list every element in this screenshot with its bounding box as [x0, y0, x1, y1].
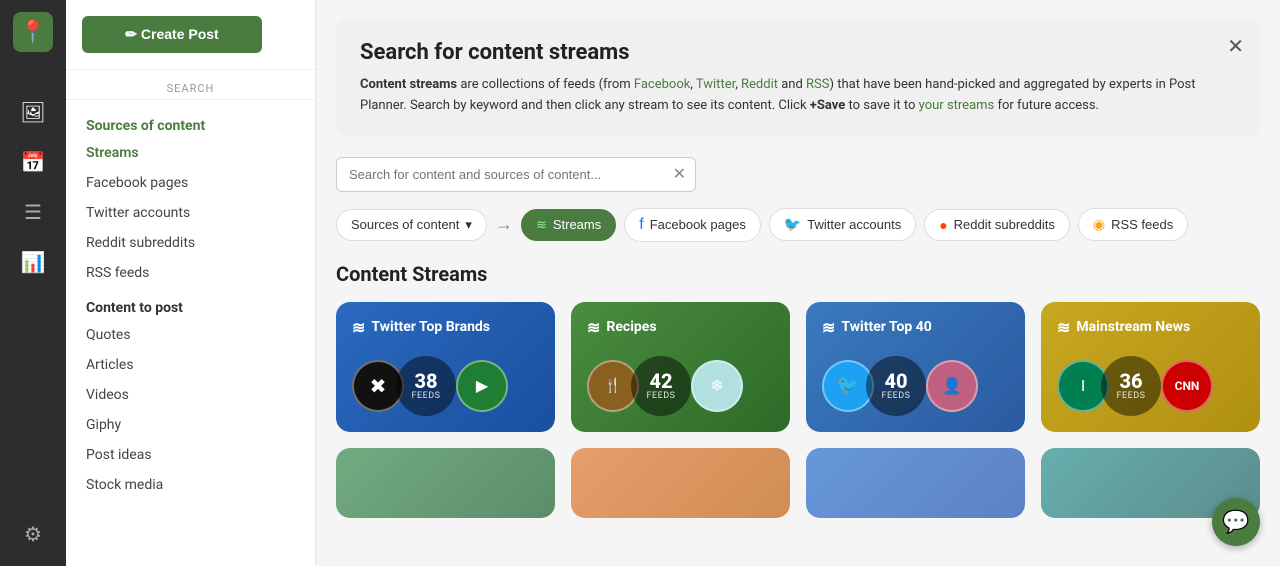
- stream-card-mainstream-news[interactable]: ≋ Mainstream News I 36 FEEDS CNN: [1041, 302, 1260, 432]
- reddit-filter-icon: ●: [939, 217, 947, 233]
- sidebar-item-giphy[interactable]: Giphy: [66, 410, 315, 440]
- feeds-badge-4: 36 FEEDS: [1101, 356, 1161, 416]
- calendar-nav-icon[interactable]: 📅: [13, 142, 53, 182]
- sources-of-content-filter[interactable]: Sources of content ▾: [336, 209, 487, 241]
- sources-of-content-label: Sources of content: [351, 217, 459, 232]
- sidebar-item-videos[interactable]: Videos: [66, 380, 315, 410]
- sidebar-item-stock-media[interactable]: Stock media: [66, 470, 315, 500]
- rss-filter-label: RSS feeds: [1111, 217, 1173, 232]
- filter-tab-twitter-accounts[interactable]: 🐦 Twitter accounts: [769, 208, 916, 241]
- sidebar-item-quotes[interactable]: Quotes: [66, 320, 315, 350]
- stream-card-recipes[interactable]: ≋ Recipes 🍴 42 FEEDS ❄: [571, 302, 790, 432]
- stream-card-twitter-top-brands[interactable]: ≋ Twitter Top Brands ✖ 38 FEEDS ▶: [336, 302, 555, 432]
- modal-title: Search for content streams: [360, 40, 1236, 65]
- chat-bubble[interactable]: 💬: [1212, 498, 1260, 546]
- twitter-link[interactable]: Twitter: [696, 77, 735, 92]
- card-avatars-twitter-top-40: 🐦 40 FEEDS 👤: [822, 356, 1009, 416]
- icon-bar: 📍 🖼 📅 ☰ 📊 ⚙: [0, 0, 66, 566]
- reddit-filter-label: Reddit subreddits: [954, 217, 1055, 232]
- filter-tab-facebook-pages[interactable]: f Facebook pages: [624, 208, 761, 242]
- sidebar-item-post-ideas[interactable]: Post ideas: [66, 440, 315, 470]
- card-title-recipes: ≋ Recipes: [587, 318, 774, 337]
- twitter-filter-icon: 🐦: [784, 216, 801, 233]
- twitter-filter-label: Twitter accounts: [807, 217, 901, 232]
- feeds-badge-3: 40 FEEDS: [866, 356, 926, 416]
- image-nav-icon[interactable]: 🖼: [13, 92, 53, 132]
- filter-tab-streams[interactable]: ≋ Streams: [521, 209, 616, 241]
- avatar-twitter40-2: 👤: [926, 360, 978, 412]
- sidebar-item-facebook-pages[interactable]: Facebook pages: [66, 168, 315, 198]
- sidebar-item-rss-feeds[interactable]: RSS feeds: [66, 258, 315, 288]
- sources-of-content-section-title: Sources of content: [66, 108, 315, 138]
- your-streams-link[interactable]: your streams: [919, 98, 995, 113]
- stream-card-row2-3[interactable]: [806, 448, 1025, 518]
- stream-card-twitter-top-40[interactable]: ≋ Twitter Top 40 🐦 40 FEEDS 👤: [806, 302, 1025, 432]
- stream-card-row2-2[interactable]: [571, 448, 790, 518]
- chart-nav-icon[interactable]: 📊: [13, 242, 53, 282]
- streams-filter-label: Streams: [553, 217, 601, 232]
- search-input[interactable]: [336, 157, 696, 192]
- brand-logo[interactable]: 📍: [13, 12, 53, 52]
- facebook-link[interactable]: Facebook: [634, 77, 690, 92]
- close-button[interactable]: ✕: [1227, 34, 1244, 59]
- search-label: SEARCH: [66, 69, 315, 100]
- rss-link[interactable]: RSS: [806, 77, 829, 92]
- streams-card-icon-2: ≋: [587, 318, 600, 337]
- streams-filter-icon: ≋: [536, 217, 547, 233]
- streams-card-icon: ≋: [352, 318, 365, 337]
- filter-tab-rss-feeds[interactable]: ◉ RSS feeds: [1078, 208, 1188, 241]
- settings-nav-icon[interactable]: ⚙: [13, 514, 53, 554]
- sidebar-item-articles[interactable]: Articles: [66, 350, 315, 380]
- card-title-twitter-top-brands: ≋ Twitter Top Brands: [352, 318, 539, 337]
- streams-card-icon-4: ≋: [1057, 318, 1070, 337]
- stream-grid-row2: [336, 448, 1260, 518]
- card-avatars-recipes: 🍴 42 FEEDS ❄: [587, 356, 774, 416]
- modal-description: Content streams are collections of feeds…: [360, 75, 1236, 117]
- filter-tab-reddit-subreddits[interactable]: ● Reddit subreddits: [924, 209, 1070, 241]
- list-nav-icon[interactable]: ☰: [13, 192, 53, 232]
- card-avatars-twitter-top-brands: ✖ 38 FEEDS ▶: [352, 356, 539, 416]
- stream-card-row2-1[interactable]: [336, 448, 555, 518]
- reddit-link[interactable]: Reddit: [741, 77, 778, 92]
- sidebar: ✏ Create Post SEARCH Sources of content …: [66, 0, 316, 566]
- card-avatars-mainstream-news: I 36 FEEDS CNN: [1057, 356, 1244, 416]
- facebook-filter-icon: f: [639, 216, 643, 234]
- card-title-mainstream-news: ≋ Mainstream News: [1057, 318, 1244, 337]
- stream-grid: ≋ Twitter Top Brands ✖ 38 FEEDS ▶ ≋ Reci…: [336, 302, 1260, 432]
- search-clear-button[interactable]: ✕: [673, 164, 686, 184]
- avatar-news-2: CNN: [1161, 360, 1213, 412]
- feeds-badge-2: 42 FEEDS: [631, 356, 691, 416]
- streams-card-icon-3: ≋: [822, 318, 835, 337]
- create-post-button[interactable]: ✏ Create Post: [82, 16, 262, 53]
- content-streams-title: Content Streams: [336, 262, 1260, 286]
- info-card: Search for content streams Content strea…: [336, 20, 1260, 137]
- avatar-recipes-2: ❄: [691, 360, 743, 412]
- card-title-twitter-top-40: ≋ Twitter Top 40: [822, 318, 1009, 337]
- main-content: Search for content streams Content strea…: [316, 0, 1280, 566]
- content-to-post-section-title: Content to post: [66, 288, 315, 320]
- filter-row: Sources of content ▾ → ≋ Streams f Faceb…: [336, 208, 1260, 242]
- sidebar-header: ✏ Create Post: [66, 0, 315, 61]
- sidebar-item-streams[interactable]: Streams: [66, 138, 315, 168]
- arrow-icon: →: [495, 214, 513, 235]
- sidebar-item-reddit-subreddits[interactable]: Reddit subreddits: [66, 228, 315, 258]
- avatar-2: ▶: [456, 360, 508, 412]
- facebook-filter-label: Facebook pages: [650, 217, 746, 232]
- rss-filter-icon: ◉: [1093, 216, 1105, 233]
- chevron-down-icon: ▾: [465, 217, 472, 233]
- search-input-wrap: ✕: [336, 157, 696, 192]
- feeds-badge-1: 38 FEEDS: [396, 356, 456, 416]
- search-bar-row: ✕: [336, 157, 1260, 192]
- sidebar-item-twitter-accounts[interactable]: Twitter accounts: [66, 198, 315, 228]
